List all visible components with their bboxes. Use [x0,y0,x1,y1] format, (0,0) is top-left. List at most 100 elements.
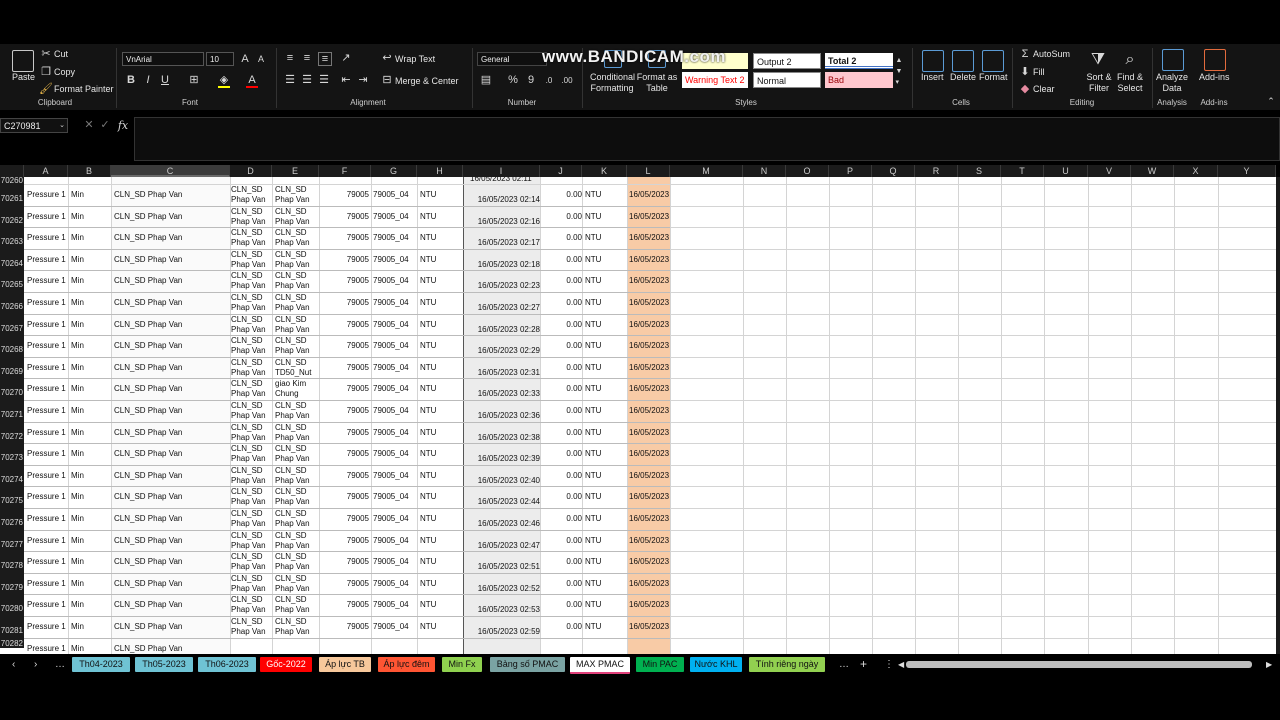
styles-scroll-icon[interactable]: ▲ ▼ ▾ [895,53,903,89]
cell-k[interactable]: NTU [585,320,625,330]
cell-e-line2[interactable]: Phap Van [275,497,319,507]
cell-i[interactable]: 16/05/2023 02:27 [466,303,540,313]
cell-j[interactable]: 0.00 [540,255,582,265]
cell-d-line2[interactable]: Phap Van [231,584,272,594]
font-color-icon[interactable]: A [246,74,258,88]
cut-button[interactable]: Cut [54,49,68,60]
worksheet-grid[interactable]: 70260 16/05/2023 02:11 70261 Pressure 1 Min C… [0,177,1276,654]
column-header-a[interactable]: A [24,165,68,177]
cell-l[interactable]: 16/05/2023 [629,190,670,200]
cell-b[interactable]: Min [71,600,109,610]
cell-e-line1[interactable]: CLN_SD [275,509,319,519]
format-as-table-button[interactable]: Format as Table [636,72,678,94]
cell-a[interactable]: Pressure 1 [27,190,68,200]
cell-c[interactable]: CLN_SD Phap Van [114,536,228,546]
cell-j[interactable]: 0.00 [540,471,582,481]
delete-button[interactable]: Delete [950,72,976,83]
more-sheets-right-icon[interactable]: … [839,657,849,672]
cell-l[interactable]: 16/05/2023 [629,600,670,610]
cell-e-line1[interactable]: giao Kim [275,379,319,389]
sheet-tab[interactable]: Nước KHL [690,657,742,672]
cell-l[interactable]: 16/05/2023 [629,406,670,416]
cell-b[interactable]: Min [71,298,109,308]
column-header-o[interactable]: O [786,165,829,177]
cell-h[interactable]: NTU [420,622,460,632]
cell-f[interactable]: 79005 [319,600,369,610]
cell-g[interactable]: 79005_04 [373,536,417,546]
cell-e-line2[interactable]: Phap Van [275,562,319,572]
decrease-indent-icon[interactable]: ⇤ [340,74,352,86]
cell-c[interactable]: CLN_SD Phap Van [114,276,228,286]
cell-h[interactable]: NTU [420,471,460,481]
cell-c[interactable]: CLN_SD Phap Van [114,579,228,589]
cell-h[interactable]: NTU [420,492,460,502]
cell-j[interactable]: 0.00 [540,406,582,416]
cell-k[interactable]: NTU [585,255,625,265]
accounting-format-icon[interactable]: ▤ [480,74,492,86]
column-header-s[interactable]: S [958,165,1001,177]
horizontal-scrollbar[interactable] [906,661,1252,668]
cell-d-line1[interactable]: CLN_SD [231,617,272,627]
row-header[interactable]: 70260 [0,177,24,185]
cell-d-line1[interactable]: CLN_SD [231,574,272,584]
row-header[interactable]: 70261 [0,184,24,206]
cell-j[interactable]: 0.00 [540,384,582,394]
column-header-u[interactable]: U [1044,165,1088,177]
row-header[interactable]: 70270 [0,378,24,400]
cell-k[interactable]: NTU [585,190,625,200]
row-header[interactable]: 70271 [0,400,24,422]
cell-i[interactable]: 16/05/2023 02:33 [466,389,540,399]
cell-a[interactable]: Pressure 1 [27,514,68,524]
scroll-right-icon[interactable]: ▶ [1266,657,1272,672]
column-header-i[interactable]: I [463,165,540,177]
column-header-y[interactable]: Y [1218,165,1276,177]
row-header[interactable]: 70281 [0,616,24,638]
fill-icon[interactable]: ⬇ [1019,66,1031,78]
cell-e-line2[interactable]: Phap Van [275,605,319,615]
cancel-icon[interactable]: ✕ [84,119,94,131]
cell-h[interactable]: NTU [420,406,460,416]
cell-g[interactable]: 79005_04 [373,212,417,222]
cell-j[interactable]: 0.00 [540,622,582,632]
format-painter-button[interactable]: Format Painter [54,84,114,95]
cell-g[interactable]: 79005_04 [373,449,417,459]
decrease-decimal-icon[interactable]: .00 [560,74,574,86]
percent-icon[interactable]: % [507,74,519,86]
cell-b[interactable]: Min [71,471,109,481]
cell-a[interactable]: Pressure 1 [27,449,68,459]
addins-icon[interactable] [1204,49,1226,71]
cell-i[interactable]: 16/05/2023 02:31 [466,368,540,378]
cell-i[interactable]: 16/05/2023 02:53 [466,605,540,615]
decrease-font-icon[interactable]: A [256,54,266,64]
cell-k[interactable]: NTU [585,276,625,286]
find-select-icon[interactable]: ⌕ [1120,49,1140,69]
cell-l[interactable]: 16/05/2023 [629,298,670,308]
column-header-g[interactable]: G [371,165,417,177]
cell-a[interactable]: Pressure 1 [27,384,68,394]
cell-f[interactable]: 79005 [319,536,369,546]
font-name-dropdown[interactable]: VnArial [122,52,204,66]
cell-h[interactable]: NTU [420,363,460,373]
merge-center-icon[interactable]: ⊟ [381,74,393,86]
cell-c[interactable]: CLN_SD Phap Van [114,190,228,200]
cell-e-line2[interactable]: Phap Van [275,346,319,356]
cell-e-line2[interactable]: Phap Van [275,195,319,205]
cell-g[interactable]: 79005_04 [373,190,417,200]
cell-b[interactable]: Min [71,363,109,373]
cell-k[interactable]: NTU [585,384,625,394]
row-header[interactable]: 70264 [0,248,24,271]
cell-k[interactable]: NTU [585,557,625,567]
cell-a[interactable]: Pressure 1 [27,212,68,222]
cell-e-line1[interactable]: CLN_SD [275,552,319,562]
cell-d-line1[interactable]: CLN_SD [231,531,272,541]
row-header[interactable]: 70268 [0,335,24,357]
copy-button[interactable]: Copy [54,67,75,78]
cell-d-line2[interactable]: Phap Van [231,389,272,399]
cell-e-line2[interactable]: Phap Van [275,519,319,529]
cell-b[interactable]: Min [71,190,109,200]
cell-h[interactable]: NTU [420,536,460,546]
cell-l[interactable]: 16/05/2023 [629,212,670,222]
name-box-chevron-icon[interactable]: ⌄ [58,121,66,129]
cell-a[interactable]: Pressure 1 [27,622,68,632]
row-header[interactable]: 70266 [0,292,24,314]
